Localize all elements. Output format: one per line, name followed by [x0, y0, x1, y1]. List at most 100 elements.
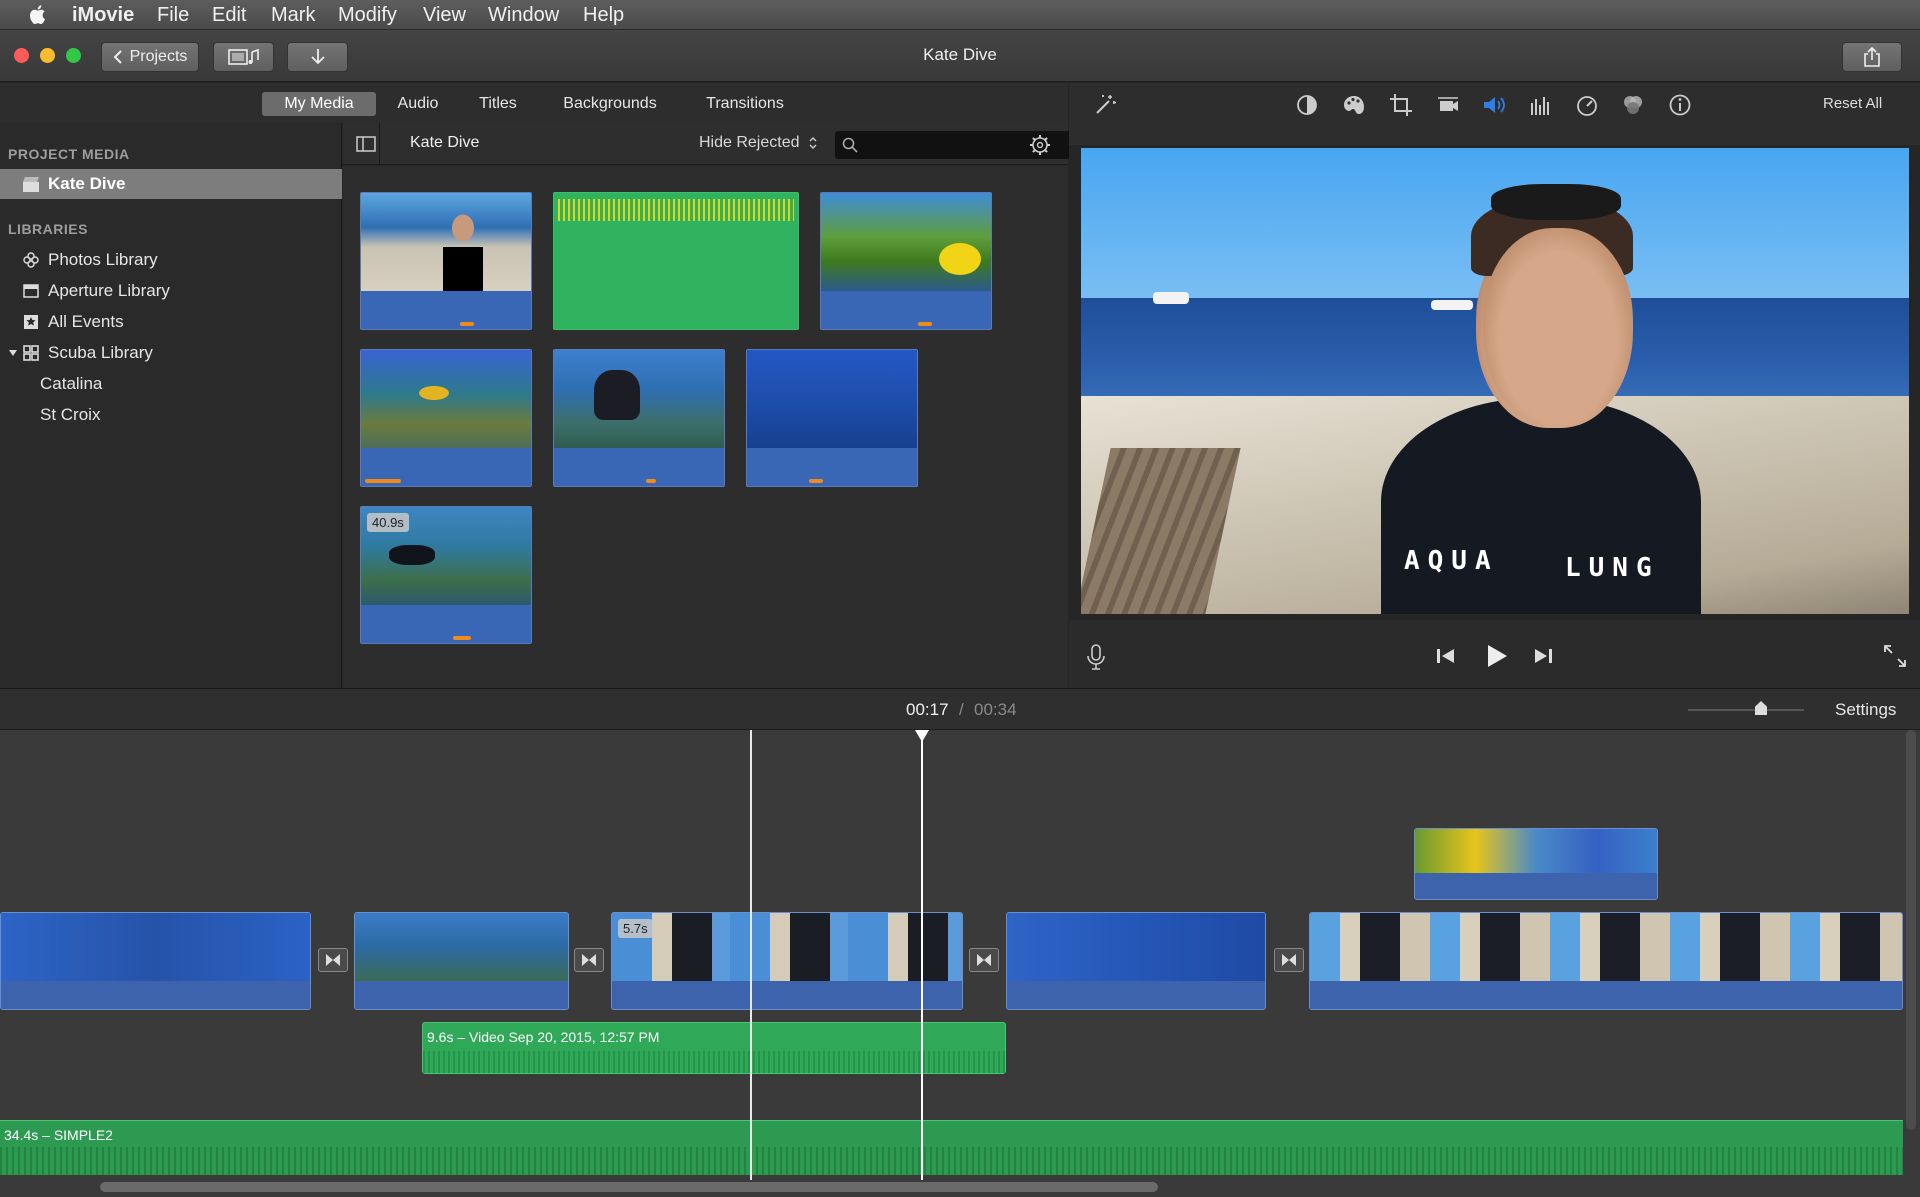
menu-modify[interactable]: Modify — [338, 4, 397, 27]
gear-icon[interactable] — [1029, 134, 1051, 156]
audio-clip-thumbnail[interactable] — [553, 192, 799, 330]
volume-icon[interactable] — [1482, 93, 1508, 117]
sidebar-item-kate-dive[interactable]: Kate Dive — [0, 169, 342, 199]
horizontal-scrollbar[interactable] — [100, 1182, 1158, 1192]
sidebar-toggle-icon[interactable] — [356, 136, 376, 152]
playhead[interactable] — [921, 730, 923, 1180]
apple-icon[interactable] — [28, 4, 46, 25]
menu-edit[interactable]: Edit — [212, 4, 246, 27]
skip-back-icon[interactable] — [1435, 646, 1457, 666]
media-browser-grid: 40.9s — [343, 166, 1068, 688]
media-clip-thumbnail[interactable] — [360, 349, 532, 487]
info-icon[interactable] — [1668, 93, 1692, 117]
clip-frame — [355, 913, 568, 981]
skip-forward-icon[interactable] — [1532, 646, 1554, 666]
menu-mark[interactable]: Mark — [271, 4, 315, 27]
magic-wand-icon[interactable] — [1093, 93, 1117, 117]
sidebar-item-label: St Croix — [40, 405, 101, 424]
transition-icon[interactable] — [574, 948, 604, 972]
media-clip-thumbnail[interactable] — [820, 192, 992, 330]
timeline-clip[interactable] — [1309, 912, 1903, 1010]
close-window-button[interactable] — [14, 48, 29, 63]
disclosure-triangle-icon[interactable] — [8, 348, 18, 358]
favorite-range-marker — [453, 636, 471, 640]
menu-view[interactable]: View — [423, 4, 466, 27]
clip-audio-waveform — [612, 981, 962, 1009]
tab-transitions[interactable]: Transitions — [700, 92, 790, 116]
import-button[interactable] — [287, 42, 348, 72]
zoom-window-button[interactable] — [66, 48, 81, 63]
microphone-icon[interactable] — [1086, 644, 1106, 670]
sidebar-item-photos-library[interactable]: Photos Library — [0, 245, 342, 275]
zoom-slider-thumb[interactable] — [1755, 701, 1767, 715]
clip-frame — [1007, 913, 1265, 981]
boat — [1153, 292, 1189, 304]
sidebar-item-catalina[interactable]: Catalina — [0, 369, 342, 399]
projects-button[interactable]: Projects — [101, 42, 199, 72]
transition-icon[interactable] — [318, 948, 348, 972]
clip-audio-waveform — [361, 605, 531, 643]
menu-window[interactable]: Window — [488, 4, 559, 27]
tab-titles[interactable]: Titles — [472, 92, 524, 116]
clip-audio-waveform — [1415, 873, 1657, 899]
media-browser-toggle-button[interactable] — [213, 42, 274, 72]
event-title: Kate Dive — [410, 134, 480, 151]
film-music-icon — [227, 48, 259, 65]
color-balance-icon[interactable] — [1295, 93, 1319, 117]
clip-audio-waveform — [747, 448, 917, 486]
menu-file[interactable]: File — [157, 4, 189, 27]
timeline-clip[interactable] — [354, 912, 569, 1010]
projects-label: Projects — [129, 48, 188, 65]
tab-backgrounds[interactable]: Backgrounds — [556, 92, 664, 116]
media-clip-thumbnail[interactable] — [553, 349, 725, 487]
photos-icon — [23, 252, 39, 268]
tab-my-media[interactable]: My Media — [262, 92, 376, 116]
skimmer-line — [750, 730, 752, 1180]
play-icon[interactable] — [1482, 642, 1510, 670]
timeline-clip[interactable] — [0, 912, 311, 1010]
reset-all-button[interactable]: Reset All — [1823, 95, 1882, 112]
transition-icon[interactable] — [1274, 948, 1304, 972]
share-button[interactable] — [1842, 42, 1902, 72]
menu-app-name[interactable]: iMovie — [72, 4, 134, 27]
media-clip-thumbnail[interactable] — [746, 349, 918, 487]
fullscreen-icon[interactable] — [1883, 644, 1907, 668]
connected-audio-clip[interactable]: 9.6s – Video Sep 20, 2015, 12:57 PM — [422, 1022, 1006, 1074]
color-correction-icon[interactable] — [1342, 93, 1366, 117]
equalizer-icon[interactable] — [1529, 93, 1553, 117]
stabilization-icon[interactable] — [1436, 93, 1460, 117]
crop-icon[interactable] — [1389, 93, 1413, 117]
clip-audio-waveform — [355, 981, 568, 1009]
hide-rejected-popup[interactable]: Hide Rejected — [699, 134, 818, 152]
sidebar-item-aperture-library[interactable]: Aperture Library — [0, 276, 342, 306]
vertical-scrollbar[interactable] — [1906, 730, 1916, 1130]
media-clip-thumbnail[interactable] — [360, 192, 532, 330]
timeline-clip[interactable] — [1006, 912, 1266, 1010]
star-events-icon — [24, 315, 38, 329]
sidebar-item-all-events[interactable]: All Events — [0, 307, 342, 337]
clip-audio-waveform — [821, 291, 991, 329]
timeline-clip-selected[interactable]: 5.7s — [611, 912, 963, 1010]
transition-icon[interactable] — [969, 948, 999, 972]
background-music-track[interactable]: 34.4s – SIMPLE2 — [0, 1120, 1903, 1175]
tab-audio[interactable]: Audio — [392, 92, 444, 116]
media-tabs-bar: My Media Audio Titles Backgrounds Transi… — [0, 83, 1068, 123]
menu-help[interactable]: Help — [583, 4, 624, 27]
settings-button[interactable]: Settings — [1835, 700, 1896, 720]
zoom-slider-track[interactable] — [1688, 709, 1804, 711]
clip-frame — [1, 913, 310, 981]
sidebar-item-scuba-library[interactable]: Scuba Library — [0, 338, 342, 368]
cutaway-clip[interactable] — [1414, 828, 1658, 900]
sidebar-item-label: Photos Library — [48, 250, 158, 269]
filter-icon[interactable] — [1621, 93, 1645, 117]
libraries-heading: LIBRARIES — [8, 221, 88, 237]
clip-frame — [361, 350, 531, 448]
minimize-window-button[interactable] — [40, 48, 55, 63]
sidebar-item-st-croix[interactable]: St Croix — [0, 400, 342, 430]
playhead-handle[interactable] — [915, 730, 929, 742]
speed-icon[interactable] — [1575, 93, 1599, 117]
boat — [1431, 300, 1473, 310]
timeline: 5.7s 9.6s – Video Sep 20, 2015, 12:57 PM… — [0, 730, 1920, 1197]
media-clip-thumbnail[interactable]: 40.9s — [360, 506, 532, 644]
menu-bar: iMovie File Edit Mark Modify View Window… — [0, 0, 1920, 30]
